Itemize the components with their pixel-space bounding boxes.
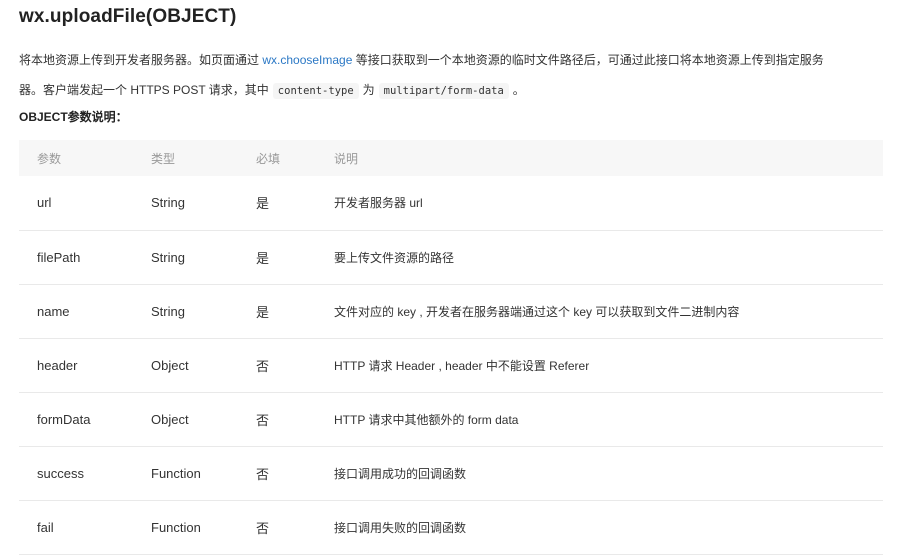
param-name: url <box>37 195 52 211</box>
param-type: Object <box>151 411 189 427</box>
page-title: wx.uploadFile(OBJECT) <box>19 6 237 27</box>
param-type: String <box>151 303 185 319</box>
param-type: Function <box>151 519 201 535</box>
description-text: 器。客户端发起一个 HTTPS POST 请求，其中 <box>19 83 269 97</box>
param-description: 接口调用成功的回调函数 <box>334 466 467 481</box>
param-name: formData <box>37 411 91 427</box>
header-description: 说明 <box>334 151 359 166</box>
param-name: name <box>37 303 70 319</box>
param-description: HTTP 请求中其他额外的 form data <box>334 412 519 427</box>
header-type: 类型 <box>151 151 176 166</box>
param-required: 是 <box>256 250 270 266</box>
params-heading: OBJECT参数说明： <box>19 110 128 124</box>
table-row: filePath String 是 要上传文件资源的路径 <box>19 230 883 284</box>
params-table: 参数 类型 必填 说明 url String 是 开发者服务器 url file… <box>19 140 883 555</box>
param-type: Function <box>151 465 201 481</box>
param-name: header <box>37 357 78 373</box>
description-text: 。 <box>512 83 525 97</box>
choose-image-link[interactable]: wx.chooseImage <box>262 53 352 67</box>
param-description: 接口调用失败的回调函数 <box>334 520 467 535</box>
param-required: 是 <box>256 196 270 212</box>
param-name: success <box>37 465 84 481</box>
param-description: 文件对应的 key , 开发者在服务器端通过这个 key 可以获取到文件二进制内… <box>334 304 740 319</box>
table-row: name String 是 文件对应的 key , 开发者在服务器端通过这个 k… <box>19 284 883 338</box>
api-description: 将本地资源上传到开发者服务器。如页面通过 wx.chooseImage 等接口获… <box>19 45 894 106</box>
header-required: 必填 <box>256 151 281 166</box>
param-name: fail <box>37 519 54 535</box>
param-description: 要上传文件资源的路径 <box>334 250 455 265</box>
table-row: success Function 否 接口调用成功的回调函数 <box>19 446 883 500</box>
description-text: 为 <box>362 83 375 97</box>
param-required: 是 <box>256 304 270 320</box>
table-row: header Object 否 HTTP 请求 Header , header … <box>19 338 883 392</box>
param-type: String <box>151 249 185 265</box>
param-description: HTTP 请求 Header , header 中不能设置 Referer <box>334 358 590 373</box>
param-required: 否 <box>256 412 270 428</box>
table-row: formData Object 否 HTTP 请求中其他额外的 form dat… <box>19 392 883 446</box>
param-required: 否 <box>256 520 270 536</box>
header-param: 参数 <box>37 151 62 166</box>
description-text: 将本地资源上传到开发者服务器。如页面通过 <box>19 53 263 67</box>
param-required: 否 <box>256 466 270 482</box>
param-required: 否 <box>256 358 270 374</box>
table-row: fail Function 否 接口调用失败的回调函数 <box>19 500 883 554</box>
param-type: String <box>151 195 185 211</box>
inline-code-multipart: multipart/form-data <box>378 83 509 99</box>
description-text: 等接口获取到一个本地资源的临时文件路径后，可通过此接口将本地资源上传到指定服务 <box>352 53 824 67</box>
inline-code-content-type: content-type <box>272 83 359 99</box>
param-name: filePath <box>37 249 81 265</box>
param-description: 开发者服务器 url <box>334 196 423 211</box>
table-header-row: 参数 类型 必填 说明 <box>19 140 883 176</box>
table-row: url String 是 开发者服务器 url <box>19 176 883 230</box>
param-type: Object <box>151 357 189 373</box>
